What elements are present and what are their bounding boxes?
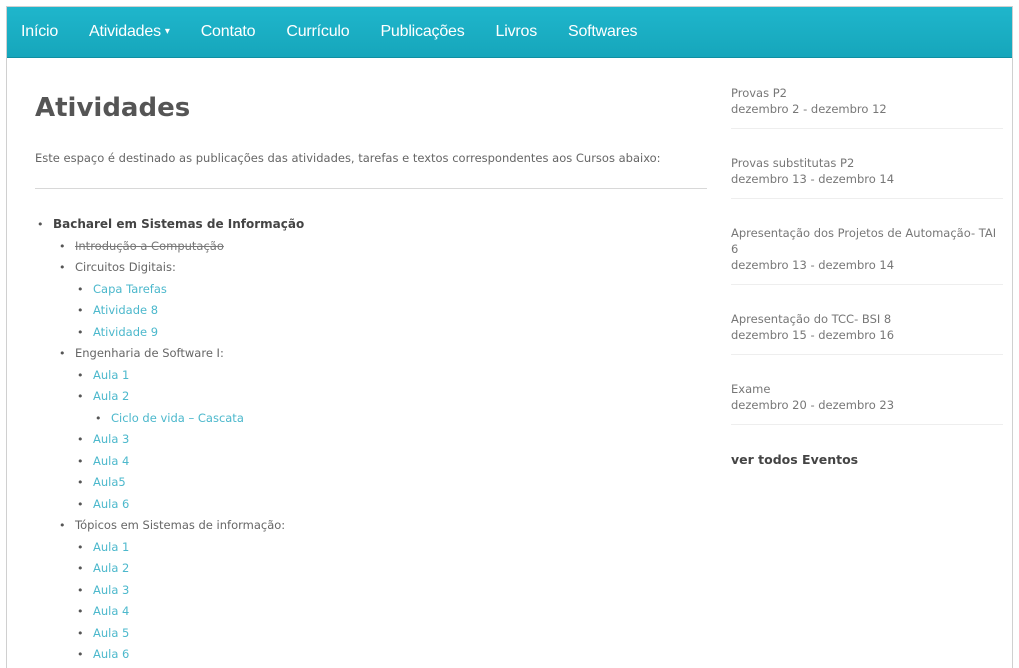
topicos-links: Aula 1 Aula 2 Aula 3 Aula 4 Aula 5 Aula … bbox=[75, 537, 709, 666]
see-all-events-link[interactable]: ver todos Eventos bbox=[731, 452, 1003, 467]
list-item: Aula 4 bbox=[75, 601, 709, 623]
list-item: Aula 3 bbox=[75, 429, 709, 451]
list-item: Aula 6 bbox=[75, 494, 709, 516]
subject-intro-computacao: Introdução a Computação bbox=[75, 238, 224, 253]
list-item: Engenharia de Software I: Aula 1 Aula 2 … bbox=[57, 343, 709, 515]
list-item: Aula 5 bbox=[75, 623, 709, 645]
link-atividade-8[interactable]: Atividade 8 bbox=[93, 303, 158, 317]
list-item: Atividade 9 bbox=[75, 322, 709, 344]
subject-topicos-label: Tópicos em Sistemas de informação: bbox=[75, 518, 286, 532]
link-es-aula-6[interactable]: Aula 6 bbox=[93, 497, 129, 511]
list-item: Aula 3 bbox=[75, 580, 709, 602]
link-capa-tarefas[interactable]: Capa Tarefas bbox=[93, 282, 167, 296]
event-date: dezembro 20 - dezembro 23 bbox=[731, 398, 895, 412]
event-title: Provas substitutas P2 bbox=[731, 156, 855, 170]
link-es-aula-2[interactable]: Aula 2 bbox=[93, 389, 129, 403]
page-title: Atividades bbox=[35, 93, 191, 123]
link-ts-aula-1[interactable]: Aula 1 bbox=[93, 540, 129, 554]
link-ts-aula-4[interactable]: Aula 4 bbox=[93, 604, 129, 618]
aula2-sub-links: Ciclo de vida – Cascata bbox=[93, 408, 709, 430]
page-frame: Início Atividades ▾ Contato Currículo Pub… bbox=[6, 6, 1013, 668]
intro-text: Este espaço é destinado as publicações d… bbox=[35, 151, 661, 165]
event-item[interactable]: Apresentação do TCC- BSI 8 dezembro 15 -… bbox=[731, 311, 1003, 355]
link-ts-aula-3[interactable]: Aula 3 bbox=[93, 583, 129, 597]
list-item: Aula 2 bbox=[75, 558, 709, 580]
divider bbox=[35, 188, 707, 189]
list-item: Bacharel em Sistemas de Informação Intro… bbox=[35, 214, 709, 666]
list-item: Atividade 8 bbox=[75, 300, 709, 322]
event-date: dezembro 2 - dezembro 12 bbox=[731, 102, 887, 116]
list-item: Aula 2 Ciclo de vida – Cascata bbox=[75, 386, 709, 429]
event-date: dezembro 13 - dezembro 14 bbox=[731, 258, 895, 272]
subject-list: Introdução a Computação Circuitos Digita… bbox=[57, 236, 709, 666]
link-es-aula-4[interactable]: Aula 4 bbox=[93, 454, 129, 468]
top-navbar: Início Atividades ▾ Contato Currículo Pub… bbox=[7, 7, 1012, 57]
event-item[interactable]: Provas substitutas P2 dezembro 13 - deze… bbox=[731, 155, 1003, 199]
event-item[interactable]: Exame dezembro 20 - dezembro 23 bbox=[731, 381, 1003, 425]
list-item: Aula 1 bbox=[75, 365, 709, 387]
event-date: dezembro 15 - dezembro 16 bbox=[731, 328, 895, 342]
event-date: dezembro 13 - dezembro 14 bbox=[731, 172, 895, 186]
nav-atividades-label: Atividades bbox=[89, 23, 161, 40]
list-item: Tópicos em Sistemas de informação: Aula … bbox=[57, 515, 709, 666]
list-item: Ciclo de vida – Cascata bbox=[93, 408, 709, 430]
link-es-aula-3[interactable]: Aula 3 bbox=[93, 432, 129, 446]
nav-inicio[interactable]: Início bbox=[21, 23, 58, 41]
course-title: Bacharel em Sistemas de Informação bbox=[53, 217, 305, 231]
link-es-aula-1[interactable]: Aula 1 bbox=[93, 368, 129, 382]
link-es-aula-5[interactable]: Aula5 bbox=[93, 475, 126, 489]
list-item: Aula 4 bbox=[75, 451, 709, 473]
circuitos-links: Capa Tarefas Atividade 8 Atividade 9 bbox=[75, 279, 709, 344]
list-item: Aula 6 bbox=[75, 644, 709, 666]
event-item[interactable]: Provas P2 dezembro 2 - dezembro 12 bbox=[731, 85, 1003, 129]
events-sidebar: Provas P2 dezembro 2 - dezembro 12 Prova… bbox=[731, 85, 1003, 467]
nav-livros[interactable]: Livros bbox=[496, 23, 538, 41]
nav-contato[interactable]: Contato bbox=[201, 23, 256, 41]
link-ts-aula-6[interactable]: Aula 6 bbox=[93, 647, 129, 661]
event-title: Exame bbox=[731, 382, 771, 396]
main-content: Atividades Este espaço é destinado as pu… bbox=[35, 93, 709, 666]
list-item: Aula 1 bbox=[75, 537, 709, 559]
event-title: Provas P2 bbox=[731, 86, 787, 100]
link-ts-aula-2[interactable]: Aula 2 bbox=[93, 561, 129, 575]
event-item[interactable]: Apresentação dos Projetos de Automação- … bbox=[731, 225, 1003, 285]
nav-curriculo[interactable]: Currículo bbox=[286, 23, 349, 41]
list-item: Introdução a Computação bbox=[57, 236, 709, 258]
nav-softwares[interactable]: Softwares bbox=[568, 23, 638, 41]
subject-circuitos-label: Circuitos Digitais: bbox=[75, 260, 176, 274]
nav-publicacoes[interactable]: Publicações bbox=[380, 23, 464, 41]
link-ts-aula-5[interactable]: Aula 5 bbox=[93, 626, 129, 640]
nav-atividades[interactable]: Atividades ▾ bbox=[89, 23, 170, 41]
link-atividade-9[interactable]: Atividade 9 bbox=[93, 325, 158, 339]
link-ciclo-de-vida[interactable]: Ciclo de vida – Cascata bbox=[111, 411, 244, 425]
chevron-down-icon: ▾ bbox=[164, 26, 170, 37]
event-title: Apresentação dos Projetos de Automação- … bbox=[731, 226, 997, 256]
list-item: Capa Tarefas bbox=[75, 279, 709, 301]
list-item: Aula5 bbox=[75, 472, 709, 494]
list-item: Circuitos Digitais: Capa Tarefas Ativida… bbox=[57, 257, 709, 343]
event-title: Apresentação do TCC- BSI 8 bbox=[731, 312, 892, 326]
course-list: Bacharel em Sistemas de Informação Intro… bbox=[35, 214, 709, 666]
engenharia-links: Aula 1 Aula 2 Ciclo de vida – Cascata Au… bbox=[75, 365, 709, 516]
subject-engenharia-label: Engenharia de Software I: bbox=[75, 346, 224, 360]
